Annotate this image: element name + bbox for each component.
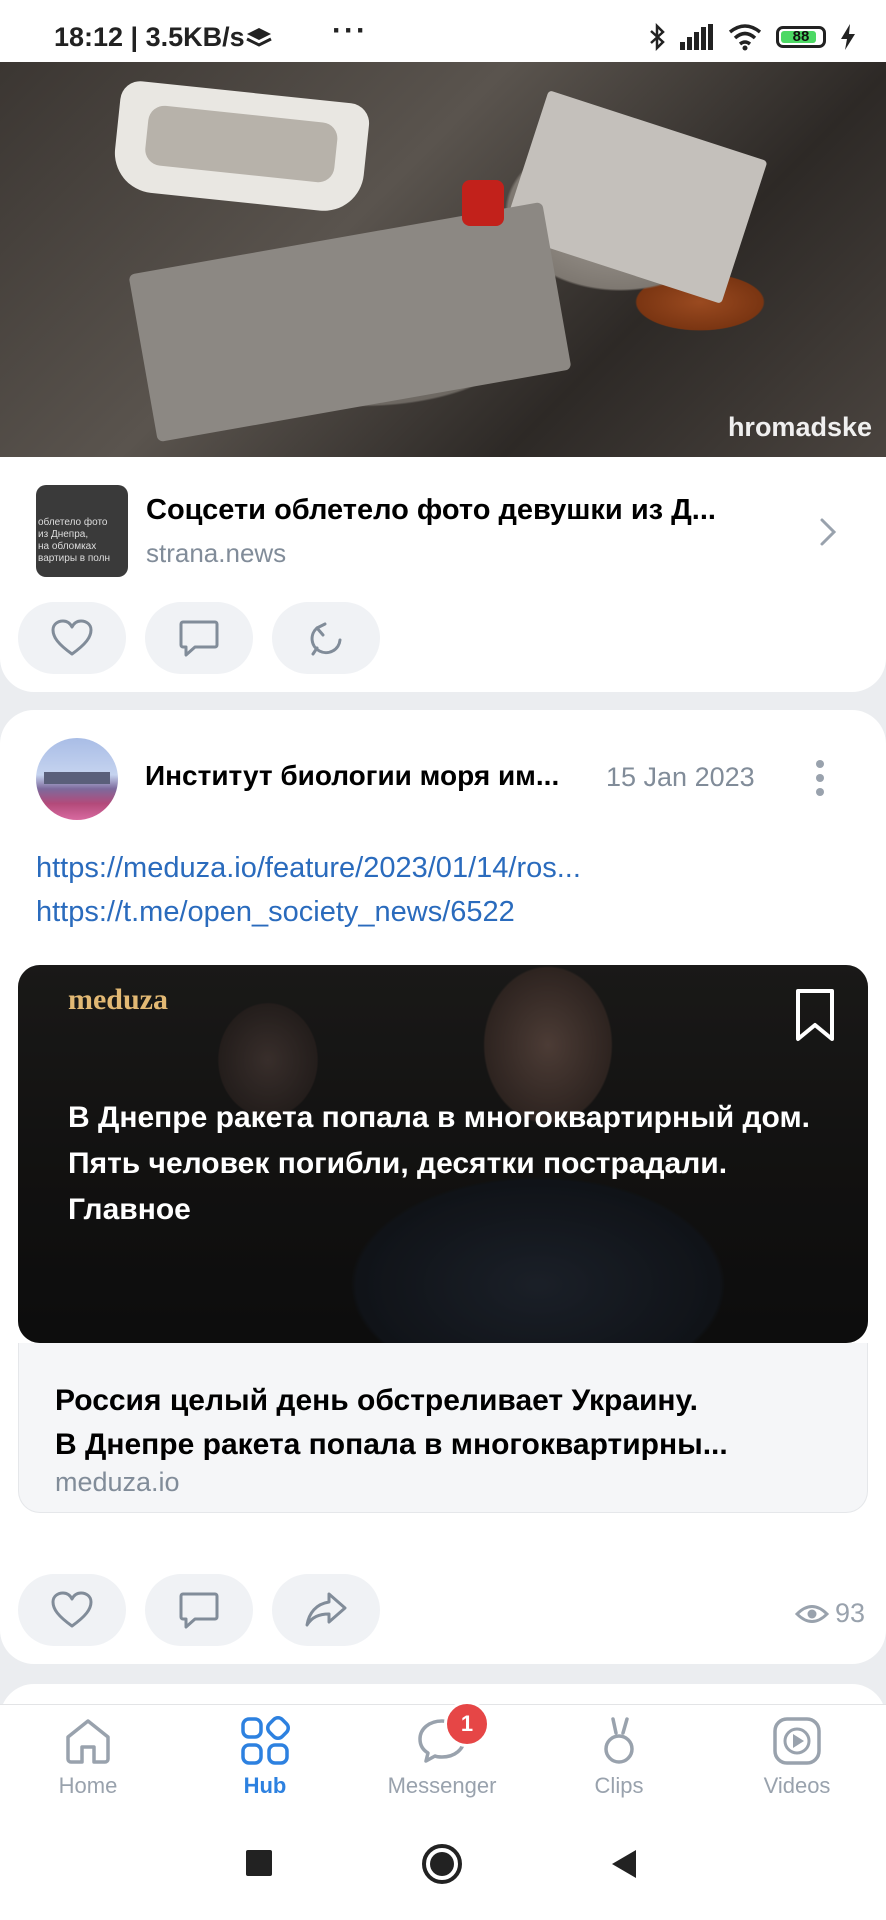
meduza-logo: meduza <box>68 983 168 1016</box>
post-actions <box>18 1574 380 1648</box>
signal-icon <box>680 24 713 50</box>
link-domain: strana.news <box>146 538 287 568</box>
tab-home-label: Home <box>58 1773 118 1798</box>
heart-icon <box>51 1591 93 1628</box>
status-time: 18:12 | 3.5KB/s <box>54 22 245 52</box>
thumbnail-caption: облетело фото из Днепра, на обломках вар… <box>38 517 111 564</box>
share-icon <box>305 1592 347 1627</box>
like-button[interactable] <box>18 602 126 674</box>
more-options-icon[interactable] <box>816 760 826 802</box>
post-link-2[interactable]: https://t.me/open_society_news/6522 <box>36 896 515 929</box>
comment-button[interactable] <box>145 602 253 674</box>
post-card-1: hromadske облетело фото из Днепра, на об… <box>0 62 886 692</box>
article-title: Россия целый день обстреливает Украину. … <box>55 1379 835 1467</box>
wifi-icon <box>728 24 762 51</box>
post-card-2: Институт биологии моря им... 15 Jan 2023… <box>0 710 886 1664</box>
bottom-tab-bar: Home Hub 1 Messenger Clips Videos <box>0 1701 886 1815</box>
battery-level: 88 <box>792 28 810 45</box>
article-link-card[interactable]: Россия целый день обстреливает Украину. … <box>18 1343 868 1513</box>
heart-icon <box>51 619 93 656</box>
back-button-icon[interactable] <box>608 1848 638 1880</box>
tab-videos[interactable]: Videos <box>722 1713 872 1799</box>
link-preview-row[interactable]: облетело фото из Днепра, на обломках вар… <box>0 482 886 582</box>
bluetooth-icon <box>650 23 665 51</box>
tab-messenger-label: Messenger <box>387 1773 497 1798</box>
layers-icon <box>246 28 272 47</box>
system-navigation-bar <box>0 1814 886 1920</box>
home-icon <box>66 1719 110 1764</box>
post-date: 15 Jan 2023 <box>606 762 755 792</box>
bookmark-icon[interactable] <box>790 987 840 1043</box>
videos-icon <box>773 1717 821 1765</box>
messenger-badge: 1 <box>444 1701 490 1747</box>
post-link-1[interactable]: https://meduza.io/feature/2023/01/14/ros… <box>36 852 581 885</box>
article-media[interactable]: meduza В Днепре ракета попала в многоква… <box>18 965 868 1343</box>
tab-clips-label: Clips <box>594 1773 644 1798</box>
tab-videos-label: Videos <box>763 1773 831 1798</box>
charging-icon <box>841 24 855 50</box>
post-photo[interactable]: hromadske <box>0 62 886 457</box>
tab-hub[interactable]: Hub <box>190 1713 340 1799</box>
like-button[interactable] <box>18 1574 126 1646</box>
battery-icon: 88 <box>776 26 826 48</box>
status-bar: 18:12 | 3.5KB/s ··· 88 <box>0 0 886 62</box>
photo-watermark: hromadske <box>727 412 872 442</box>
tab-clips[interactable]: Clips <box>544 1713 694 1799</box>
share-button[interactable] <box>272 1574 380 1646</box>
tab-home[interactable]: Home <box>13 1713 163 1799</box>
recents-button[interactable] <box>246 1850 272 1876</box>
clips-icon <box>604 1717 634 1764</box>
comment-button[interactable] <box>145 1574 253 1646</box>
article-domain: meduza.io <box>55 1467 180 1497</box>
repost-icon <box>310 622 342 656</box>
tab-hub-label: Hub <box>243 1773 287 1798</box>
author-avatar[interactable] <box>36 738 118 820</box>
tab-messenger[interactable]: 1 Messenger <box>367 1701 517 1799</box>
home-button-icon[interactable] <box>420 1842 464 1886</box>
comment-icon <box>179 620 219 657</box>
hub-icon <box>241 1716 290 1765</box>
chevron-right-icon <box>820 518 837 546</box>
article-title-line-1: Россия целый день обстреливает Украину. <box>55 1384 698 1417</box>
article-title-line-2: В Днепре ракета попала в многоквартирны.… <box>55 1428 728 1461</box>
media-headline: В Днепре ракета попала в многоквартирный… <box>68 1101 810 1226</box>
status-more: ··· <box>332 14 368 47</box>
comment-icon <box>179 1592 219 1629</box>
eye-icon <box>795 1604 829 1623</box>
link-thumbnail: облетело фото из Днепра, на обломках вар… <box>36 485 128 577</box>
link-title: Соцсети облетело фото девушки из Д... <box>146 494 716 526</box>
author-name[interactable]: Институт биологии моря им... <box>145 760 585 792</box>
post-actions <box>18 602 380 676</box>
view-count: 93 <box>795 1598 865 1629</box>
repost-button[interactable] <box>272 602 380 674</box>
view-count-value: 93 <box>835 1598 866 1628</box>
